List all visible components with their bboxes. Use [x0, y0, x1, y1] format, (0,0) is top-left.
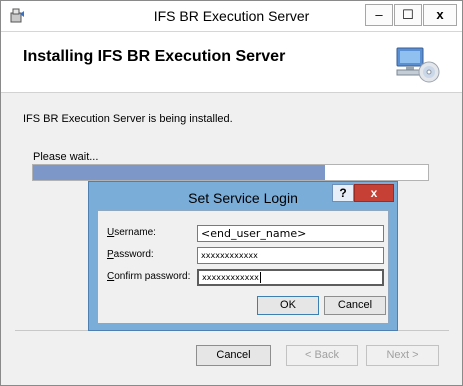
progress-bar-fill: [33, 165, 326, 180]
dialog-help-button[interactable]: ?: [332, 184, 354, 202]
username-label-text: sername:: [114, 227, 156, 238]
maximize-button[interactable]: ☐: [394, 4, 422, 26]
page-title: Installing IFS BR Execution Server: [23, 48, 286, 65]
back-button[interactable]: < Back: [286, 345, 358, 366]
dialog-close-button[interactable]: x: [354, 184, 394, 202]
username-input[interactable]: <end_user_name>: [197, 225, 384, 242]
password-label-text: assword:: [113, 249, 154, 260]
minimize-button[interactable]: ‒: [365, 4, 393, 26]
confirm-password-label-text: onfirm password:: [114, 271, 191, 282]
computer-disc-icon: [396, 47, 440, 83]
confirm-password-input[interactable]: xxxxxxxxxxxx: [197, 269, 384, 286]
service-login-dialog: Set Service Login ? x Username: <end_use…: [88, 181, 398, 331]
next-button[interactable]: Next >: [366, 345, 439, 366]
password-label: Password:: [107, 249, 154, 260]
password-input[interactable]: xxxxxxxxxxxx: [197, 247, 384, 264]
progress-bar: [32, 164, 429, 181]
username-label: Username:: [107, 227, 156, 238]
password-label-accel: P: [107, 249, 114, 260]
confirm-password-label: Confirm password:: [107, 271, 190, 282]
title-bar[interactable]: IFS BR Execution Server ‒ ☐ x: [1, 1, 462, 32]
close-button[interactable]: x: [423, 4, 457, 26]
ok-button[interactable]: OK: [257, 296, 319, 315]
dialog-body: Username: <end_user_name> Password: xxxx…: [97, 210, 389, 324]
install-status-text: IFS BR Execution Server is being install…: [23, 113, 233, 125]
please-wait-text: Please wait...: [33, 151, 99, 163]
confirm-password-value: xxxxxxxxxxxx: [202, 273, 259, 282]
text-caret: [259, 272, 261, 283]
wizard-header: Installing IFS BR Execution Server: [1, 32, 462, 93]
dialog-cancel-button[interactable]: Cancel: [324, 296, 386, 315]
cancel-button[interactable]: Cancel: [196, 345, 271, 366]
